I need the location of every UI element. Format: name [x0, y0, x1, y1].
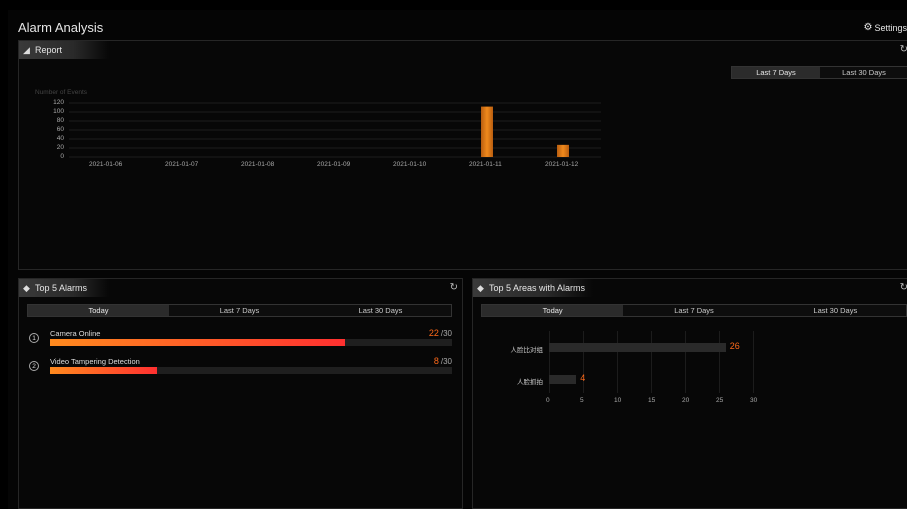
x-tick-label: 20 [682, 397, 690, 404]
alarm-row: 2 Video Tampering Detection 8/30 [27, 356, 452, 379]
x-tick-label: 5 [580, 397, 584, 404]
alarm-analysis-window: Alarm Analysis ⚙ Settings ◢ Report ↻ Las… [8, 10, 907, 509]
settings-label: Settings [874, 22, 907, 33]
area-label: 人脸比对组 [510, 347, 544, 354]
grid-line [753, 331, 754, 393]
tab-last-30-days[interactable]: Last 30 Days [310, 305, 451, 316]
alarm-name: Camera Online [50, 329, 101, 338]
page-title: Alarm Analysis [18, 20, 104, 35]
alarm-name: Video Tampering Detection [50, 357, 140, 366]
alarm-bar-fill [50, 367, 158, 374]
areas-bar-chart: 0 5 10 15 20 25 30 人脸比对组 26 人脸抓拍 4 [473, 279, 907, 509]
top-alarms-panel: ◆ Top 5 Alarms ↻ Today Last 7 Days Last … [18, 278, 463, 509]
top-alarms-title: Top 5 Alarms [35, 283, 88, 293]
area-label: 人脸抓拍 [517, 379, 543, 386]
refresh-icon[interactable]: ↻ [450, 282, 458, 293]
bar-2021-01-11[interactable] [481, 106, 493, 157]
area-value: 4 [580, 373, 586, 383]
x-tick-label: 2021-01-08 [241, 161, 275, 168]
x-tick-label: 25 [716, 397, 724, 404]
tab-today[interactable]: Today [28, 305, 169, 316]
x-tick-label: 2021-01-07 [165, 161, 199, 168]
x-tick-label: 15 [648, 397, 656, 404]
grid-line [719, 331, 720, 393]
x-tick-label: 2021-01-06 [89, 161, 123, 168]
area-bar[interactable] [549, 343, 726, 352]
area-value: 26 [729, 341, 740, 351]
top-alarms-header: ◆ Top 5 Alarms ↻ [19, 279, 462, 297]
x-tick-label: 30 [750, 397, 758, 404]
report-bar-chart [69, 102, 601, 158]
grid-line [685, 331, 686, 393]
top-areas-panel: ◆ Top 5 Areas with Alarms ↻ Today Last 7… [472, 278, 907, 509]
grid-line [617, 331, 618, 393]
bar-2021-01-12[interactable] [557, 144, 569, 157]
alarm-count: 8/30 [433, 356, 452, 366]
x-tick-label: 0 [546, 397, 550, 404]
alarm-row: 1 Camera Online 22/30 [27, 328, 452, 351]
tab-last-7-days[interactable]: Last 7 Days [169, 305, 310, 316]
report-panel: ◢ Report ↻ Last 7 Days Last 30 Days Numb… [18, 40, 907, 270]
alarms-range-selector: Today Last 7 Days Last 30 Days [27, 304, 452, 317]
area-bar[interactable] [549, 375, 577, 384]
rank-badge: 2 [29, 361, 39, 371]
x-tick-label: 10 [614, 397, 622, 404]
alarm-count: 22/30 [428, 328, 452, 338]
grid-line [583, 331, 584, 393]
x-tick-label: 2021-01-11 [469, 161, 502, 168]
grid-line [651, 331, 652, 393]
x-tick-label: 2021-01-12 [545, 161, 579, 168]
settings-button[interactable]: ⚙ Settings [864, 22, 907, 33]
alarm-icon: ◆ [23, 282, 30, 293]
alarm-bar-track [50, 339, 452, 346]
alarm-bar-fill [50, 339, 345, 346]
rank-badge: 1 [29, 333, 39, 343]
x-tick-label: 2021-01-10 [393, 161, 427, 168]
alarm-bar-track [50, 367, 452, 374]
gear-icon: ⚙ [863, 22, 873, 33]
x-tick-label: 2021-01-09 [317, 161, 351, 168]
